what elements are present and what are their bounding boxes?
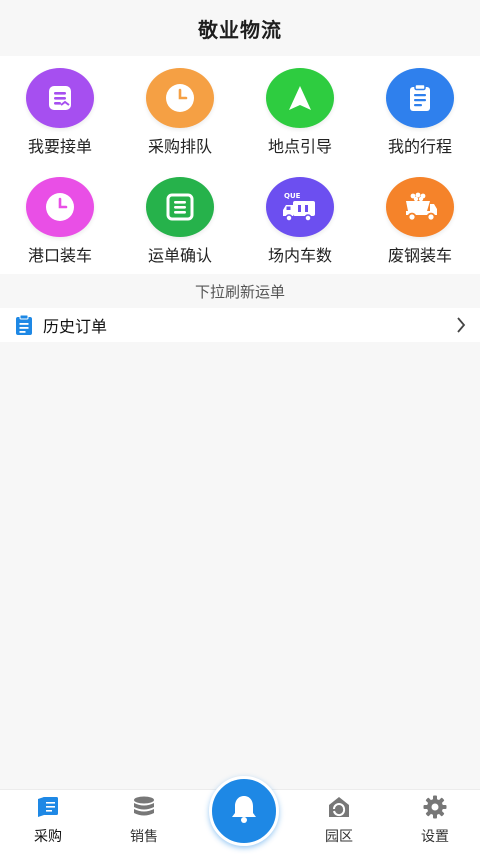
queue-truck-icon: QUE (266, 177, 334, 237)
tab-park[interactable]: 园区 (291, 790, 387, 854)
tab-label: 销售 (130, 829, 158, 845)
order-accept-icon (26, 68, 94, 128)
chevron-right-icon (454, 315, 468, 335)
clipboard-icon (386, 68, 454, 128)
dump-truck-icon (386, 177, 454, 237)
grid-item-label: 采购排队 (147, 137, 212, 156)
tab-label: 园区 (325, 829, 353, 845)
tab-label: 设置 (421, 829, 449, 845)
grid-item-waybill-confirm[interactable]: 运单确认 (120, 165, 240, 274)
tab-purchase[interactable]: 采购 (0, 790, 96, 854)
clock-icon (26, 177, 94, 237)
grid-item-accept-order[interactable]: 我要接单 (0, 56, 120, 165)
clipboard-icon (13, 314, 35, 336)
page-title: 敬业物流 (198, 17, 282, 42)
tab-settings[interactable]: 设置 (387, 790, 480, 854)
purchase-book-icon (34, 794, 62, 820)
history-orders-row[interactable]: 历史订单 (0, 308, 480, 342)
bell-icon (229, 793, 259, 829)
grid-item-label: 运单确认 (147, 246, 212, 265)
history-orders-label: 历史订单 (43, 317, 108, 336)
database-stack-icon (130, 794, 158, 820)
grid-item-label: 地点引导 (267, 137, 332, 156)
park-home-icon (325, 794, 353, 820)
navigation-arrow-icon (266, 68, 334, 128)
grid-item-my-trips[interactable]: 我的行程 (360, 56, 480, 165)
tab-sales[interactable]: 销售 (96, 790, 192, 854)
gear-icon (421, 794, 449, 820)
grid-item-label: 废钢装车 (387, 246, 452, 265)
app-header: 敬业物流 (0, 0, 480, 56)
grid-item-location-guide[interactable]: 地点引导 (240, 56, 360, 165)
waybill-confirm-icon (146, 177, 214, 237)
notification-bell-button[interactable] (209, 776, 279, 846)
grid-item-scrap-loading[interactable]: 废钢装车 (360, 165, 480, 274)
queue-label: QUE (284, 192, 301, 200)
grid-item-label: 我要接单 (27, 137, 92, 156)
grid-item-label: 港口装车 (27, 246, 92, 265)
grid-item-vehicle-count[interactable]: QUE 场内车数 (240, 165, 360, 274)
grid-item-purchase-queue[interactable]: 采购排队 (120, 56, 240, 165)
grid-item-label: 场内车数 (267, 246, 332, 265)
pull-refresh-hint: 下拉刷新运单 (194, 282, 285, 301)
grid-item-port-loading[interactable]: 港口装车 (0, 165, 120, 274)
grid-item-label: 我的行程 (387, 137, 452, 156)
tab-label: 采购 (34, 829, 62, 845)
clock-icon (146, 68, 214, 128)
feature-grid: 我要接单 采购排队 地点引导 我的行程 港口装车 运单确认 QUE 场内车数 废… (0, 56, 480, 274)
